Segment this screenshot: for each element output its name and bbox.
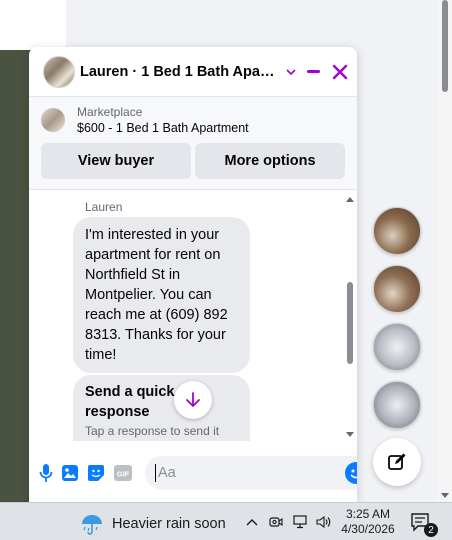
close-icon <box>332 64 347 79</box>
chat-scroll-up-arrow[interactable] <box>346 197 354 202</box>
listing-title: $600 - 1 Bed 1 Bath Apartment <box>77 121 249 135</box>
chevron-up-icon[interactable] <box>243 513 261 531</box>
chat-title: Lauren · 1 Bed 1 Bath Apart… <box>80 63 280 80</box>
network-icon[interactable] <box>291 513 309 531</box>
weather-widget[interactable]: Heavier rain soon <box>80 512 226 536</box>
weather-text: Heavier rain soon <box>112 516 226 532</box>
chevron-down-icon <box>286 65 296 79</box>
chat-window: Lauren · 1 Bed 1 Bath Apart… Marketplace… <box>29 47 357 502</box>
quick-response-title: Send a quick response <box>85 384 175 420</box>
page-background-top <box>0 0 66 50</box>
minimize-button[interactable] <box>304 59 323 85</box>
listing-summary[interactable]: Marketplace $600 - 1 Bed 1 Bath Apartmen… <box>41 105 345 135</box>
minimize-icon <box>306 70 320 73</box>
more-options-button[interactable]: More options <box>195 143 345 179</box>
umbrella-icon <box>82 515 102 535</box>
clock-time: 3:25 AM <box>345 507 391 521</box>
system-clock[interactable]: 3:25 AM 4/30/2026 <box>340 507 396 537</box>
chat-scrollbar[interactable] <box>345 197 355 437</box>
text-caret <box>155 464 156 482</box>
contact-avatar[interactable] <box>43 55 75 88</box>
quick-response-subtitle: Tap a response to send it <box>85 424 220 438</box>
notification-count-badge: 2 <box>424 523 438 537</box>
chat-head-avatar[interactable] <box>373 323 421 371</box>
chat-header: Lauren · 1 Bed 1 Bath Apart… <box>29 47 357 97</box>
chat-head-avatar[interactable] <box>373 381 421 429</box>
volume-icon[interactable] <box>315 513 333 531</box>
page-scrollbar-thumb[interactable] <box>442 0 448 92</box>
clock-date: 4/30/2026 <box>341 522 395 536</box>
message-sender: Lauren <box>85 200 123 214</box>
notification-center-button[interactable]: 2 <box>410 512 438 537</box>
chat-head-avatar[interactable] <box>373 265 421 313</box>
message-bubble[interactable]: I'm interested in your apartment for ren… <box>73 217 250 373</box>
svg-text:GIF: GIF <box>117 470 130 479</box>
arrow-down-icon <box>186 392 200 407</box>
system-tray <box>243 513 333 531</box>
page-scroll-down-arrow[interactable] <box>441 493 449 498</box>
close-button[interactable] <box>331 59 350 85</box>
photo-icon[interactable] <box>61 461 79 485</box>
windows-taskbar: Heavier rain soon 3:25 AM 4/30/2026 2 <box>0 502 452 540</box>
marketplace-listing: Marketplace $600 - 1 Bed 1 Bath Apartmen… <box>29 97 357 190</box>
camera-icon[interactable] <box>267 513 285 531</box>
chat-head-avatar[interactable] <box>373 207 421 255</box>
compose-icon <box>388 453 406 470</box>
message-input[interactable] <box>158 465 345 481</box>
page-scrollbar[interactable] <box>438 0 452 502</box>
view-buyer-button[interactable]: View buyer <box>41 143 191 179</box>
scroll-to-bottom-button[interactable] <box>174 381 212 419</box>
chat-scroll-down-arrow[interactable] <box>346 432 354 437</box>
gif-icon[interactable]: GIF <box>113 461 133 485</box>
new-message-button[interactable] <box>373 438 421 486</box>
microphone-icon[interactable] <box>39 461 53 485</box>
quick-response-card[interactable]: Send a quick response Tap a response to … <box>73 375 250 441</box>
chat-heads <box>373 207 421 439</box>
chat-title-button[interactable]: Lauren · 1 Bed 1 Bath Apart… <box>77 64 296 80</box>
message-list: Lauren I'm interested in your apartment … <box>29 193 357 441</box>
sticker-icon[interactable] <box>87 461 105 485</box>
chat-scrollbar-thumb[interactable] <box>347 282 353 364</box>
message-composer: GIF <box>29 444 357 502</box>
listing-label: Marketplace <box>77 105 143 119</box>
message-input-wrapper[interactable] <box>145 456 357 490</box>
listing-thumbnail <box>41 108 65 132</box>
emoji-icon[interactable] <box>345 462 357 484</box>
